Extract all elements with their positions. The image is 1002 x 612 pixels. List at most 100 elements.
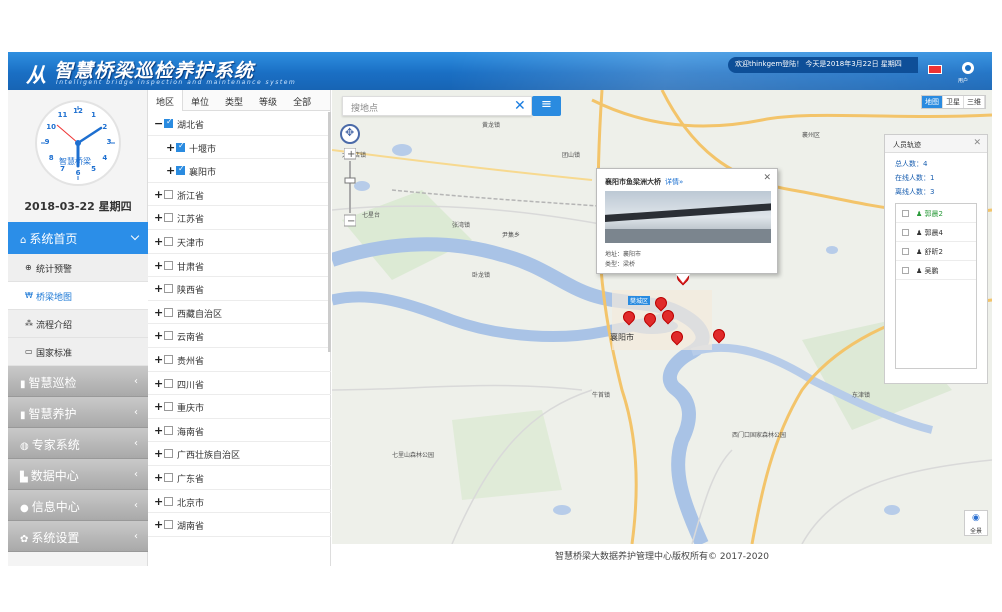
expand-icon[interactable]: + — [154, 447, 163, 460]
menu-system-settings[interactable]: ✿ 系统设置 ‹ — [8, 521, 148, 552]
checkbox[interactable] — [176, 164, 185, 176]
language-flag-icon[interactable] — [928, 65, 942, 74]
tree-row[interactable]: + 贵州省 — [148, 348, 331, 372]
checkbox[interactable] — [902, 267, 909, 274]
checkbox[interactable] — [164, 378, 173, 388]
checkbox[interactable] — [902, 229, 909, 236]
tree-row[interactable]: + 陕西省 — [148, 277, 331, 301]
user-icon[interactable] — [962, 62, 974, 74]
submenu-national-standard[interactable]: ▭ 国家标准 — [8, 338, 148, 366]
tree-row[interactable]: + 北京市 — [148, 490, 331, 514]
tree-row[interactable]: + 重庆市 — [148, 395, 331, 419]
svg-text:+: + — [347, 149, 355, 160]
tree-row[interactable]: + 四川省 — [148, 372, 331, 396]
list-item[interactable]: ♟ 吴鹏 — [896, 261, 976, 280]
clock-numeral: 7 — [60, 164, 65, 173]
checkbox[interactable] — [164, 237, 173, 246]
checkbox[interactable] — [176, 141, 185, 152]
checkbox[interactable] — [164, 425, 173, 435]
expand-icon[interactable]: + — [154, 495, 163, 508]
bridge-map[interactable]: 樊城区襄阳市襄州区太平店镇七星台团山镇尹集乡卧龙镇牛首镇黄龙镇东津镇张湾镇峪山镇… — [332, 90, 992, 544]
chevron-left-icon: ‹ — [134, 531, 138, 542]
submenu-process-intro[interactable]: ⁂ 流程介绍 — [8, 310, 148, 338]
expand-icon[interactable]: + — [154, 400, 163, 413]
panorama-button[interactable]: 全景 — [964, 510, 988, 536]
submenu-stats-warning[interactable]: ⊕ 统计预警 — [8, 254, 148, 282]
tree-row[interactable]: + 天津市 — [148, 230, 331, 254]
user-label[interactable]: 用户 — [958, 77, 968, 84]
close-icon[interactable]: ✕ — [514, 98, 526, 114]
expand-icon[interactable]: + — [154, 282, 163, 295]
tree-row[interactable]: + 海南省 — [148, 419, 331, 443]
search-input[interactable]: 搜地点 — [342, 96, 532, 116]
tree-row[interactable]: + 十堰市 — [148, 136, 331, 160]
tree-row[interactable]: + 襄阳市 — [148, 159, 331, 183]
expand-icon[interactable]: + — [154, 306, 163, 319]
checkbox[interactable] — [164, 449, 173, 459]
checkbox[interactable] — [164, 473, 173, 482]
expand-icon[interactable]: + — [154, 211, 163, 224]
expand-icon[interactable]: + — [166, 164, 175, 177]
tree-scrollbar[interactable] — [328, 112, 331, 352]
person-name: ♟ 舒昕2 — [916, 247, 943, 257]
pan-control-icon[interactable] — [340, 124, 360, 144]
tree-row[interactable]: + 浙江省 — [148, 183, 331, 207]
popup-detail-link[interactable]: 详情» — [665, 177, 683, 187]
list-item[interactable]: ♟ 郭晨4 — [896, 223, 976, 242]
menu-system-home[interactable]: ⌂ 系统首页 — [8, 222, 148, 254]
menu-expert-system[interactable]: ◍ 专家系统 ‹ — [8, 428, 148, 459]
collapse-icon[interactable]: − — [154, 117, 163, 130]
checkbox[interactable] — [164, 307, 173, 317]
checkbox[interactable] — [164, 284, 173, 294]
expand-icon[interactable]: + — [154, 329, 163, 342]
tab-region[interactable]: 地区 — [148, 90, 184, 111]
expand-icon[interactable]: + — [154, 353, 163, 366]
list-item[interactable]: ♟ 郭晨2 — [896, 204, 976, 223]
expand-icon[interactable]: + — [154, 235, 163, 248]
checkbox[interactable] — [164, 213, 173, 223]
close-icon[interactable]: ✕ — [973, 138, 981, 148]
checkbox[interactable] — [164, 260, 173, 270]
menu-data-center[interactable]: ▙ 数据中心 ‹ — [8, 459, 148, 490]
close-icon[interactable]: ✕ — [763, 173, 771, 183]
expand-icon[interactable]: + — [166, 141, 175, 154]
tab-all[interactable]: 全部 — [285, 90, 319, 111]
expand-icon[interactable]: + — [154, 188, 163, 201]
map-type-satellite[interactable]: 卫星 — [943, 96, 964, 108]
tab-type[interactable]: 类型 — [217, 90, 251, 111]
expand-icon[interactable]: + — [154, 424, 163, 437]
expand-icon[interactable]: + — [154, 471, 163, 484]
list-item[interactable]: ♟ 舒昕2 — [896, 242, 976, 261]
menu-smart-inspection[interactable]: ▮ 智慧巡检 ‹ — [8, 366, 148, 397]
tree-row[interactable]: + 广西壮族自治区 — [148, 442, 331, 466]
map-type-map[interactable]: 地图 — [922, 96, 943, 108]
checkbox[interactable] — [902, 248, 909, 255]
tree-row[interactable]: − 湖北省 — [148, 112, 331, 136]
map-type-3d[interactable]: 三维 — [964, 96, 985, 108]
checkbox[interactable] — [164, 496, 173, 506]
submenu-bridge-map[interactable]: ₩ 桥梁地图 — [8, 282, 148, 310]
checkbox[interactable] — [164, 331, 173, 341]
checkbox[interactable] — [164, 355, 173, 364]
menu-info-center[interactable]: ● 信息中心 ‹ — [8, 490, 148, 521]
expand-icon[interactable]: + — [154, 259, 163, 272]
menu-smart-maintenance[interactable]: ▮ 智慧养护 ‹ — [8, 397, 148, 428]
expand-icon[interactable]: + — [154, 518, 163, 531]
tab-unit[interactable]: 单位 — [183, 90, 217, 111]
zoom-slider[interactable]: + − — [344, 148, 356, 228]
tree-row[interactable]: + 甘肃省 — [148, 254, 331, 278]
checkbox[interactable] — [902, 210, 909, 217]
route-button[interactable] — [532, 96, 561, 116]
tree-row[interactable]: + 云南省 — [148, 324, 331, 348]
tab-grade[interactable]: 等级 — [251, 90, 285, 111]
tree-row[interactable]: + 西藏自治区 — [148, 301, 331, 325]
tree-row[interactable]: + 广东省 — [148, 466, 331, 490]
map-place-label: 团山镇 — [562, 152, 581, 159]
checkbox[interactable] — [164, 402, 173, 412]
expand-icon[interactable]: + — [154, 377, 163, 390]
checkbox[interactable] — [164, 520, 173, 530]
tree-row[interactable]: + 湖南省 — [148, 513, 331, 537]
checkbox[interactable] — [164, 117, 173, 128]
checkbox[interactable] — [164, 189, 173, 199]
tree-row[interactable]: + 江苏省 — [148, 206, 331, 230]
